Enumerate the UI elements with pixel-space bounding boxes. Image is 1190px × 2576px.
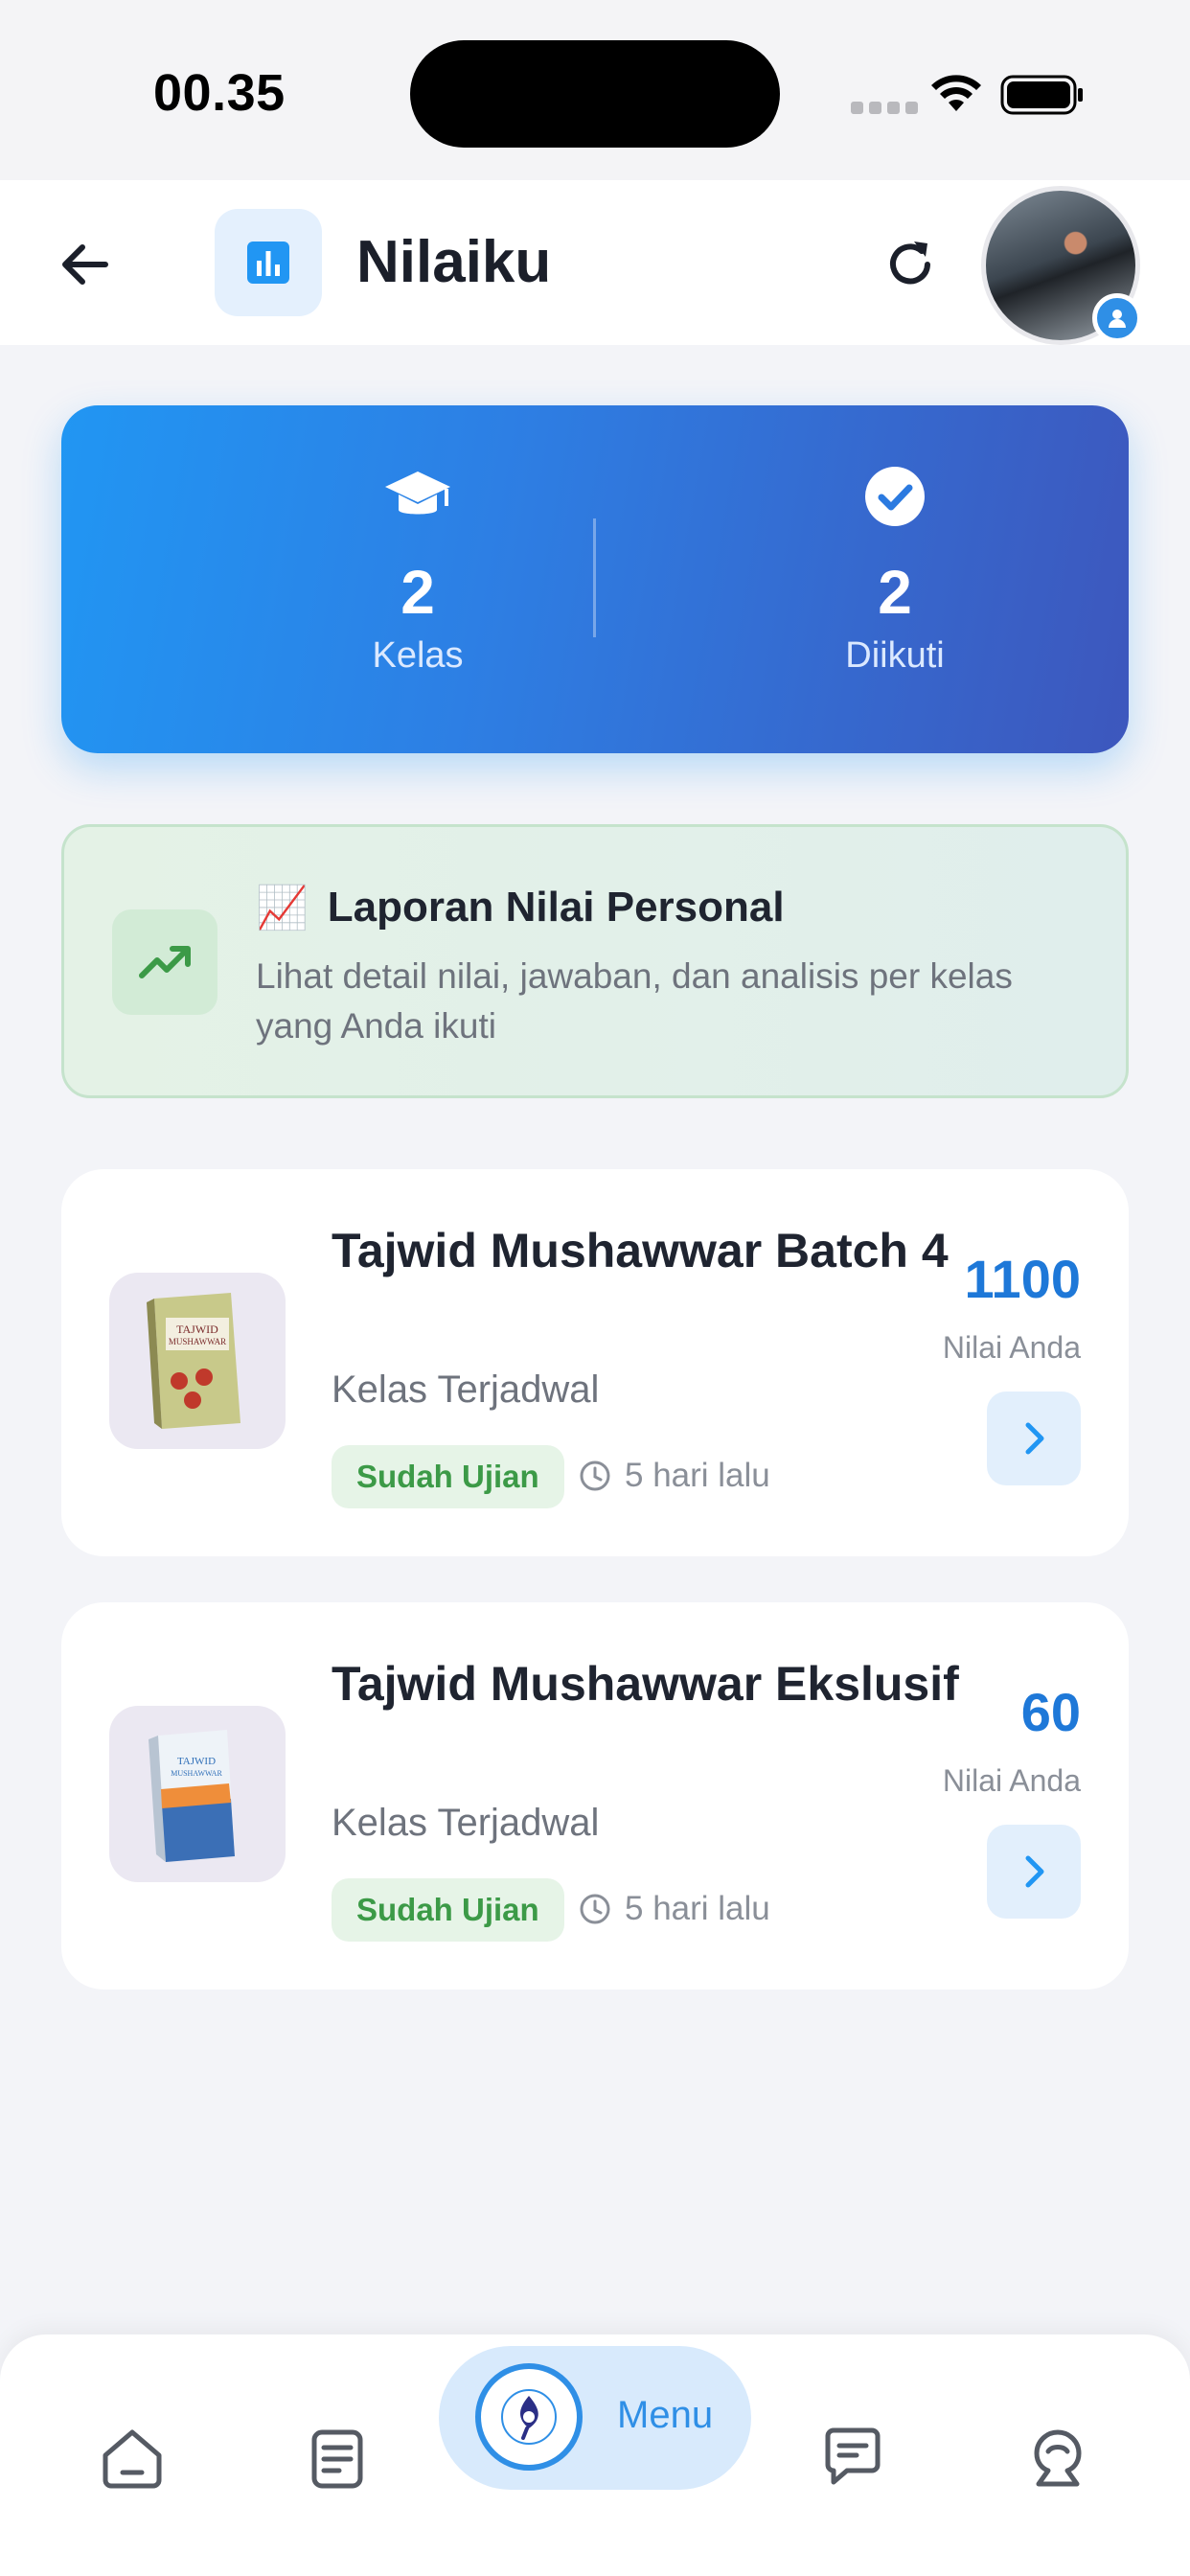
- stats-card: 2 Kelas 2 Diikuti: [61, 405, 1129, 753]
- title-icon-box: [215, 209, 322, 316]
- back-button[interactable]: [50, 230, 119, 299]
- app-logo-icon: [475, 2363, 583, 2471]
- svg-text:TAJWID: TAJWID: [177, 1756, 216, 1767]
- report-icon-box: [112, 909, 217, 1015]
- nav-notes[interactable]: [289, 2409, 385, 2505]
- signal-icon: [851, 102, 918, 114]
- status-bar: 00.35: [0, 0, 1190, 180]
- status-time: 00.35: [153, 64, 286, 122]
- score-label: Nilai Anda: [942, 1330, 1081, 1365]
- report-title-text: Laporan Nilai Personal: [327, 884, 785, 931]
- stat-kelas-label: Kelas: [372, 635, 464, 676]
- class-name: Tajwid Mushawwar Ekslusif: [332, 1657, 959, 1711]
- clock-icon: [580, 1894, 610, 1924]
- open-class-button[interactable]: [987, 1392, 1081, 1485]
- time-info: 5 hari lalu: [579, 1890, 770, 1928]
- time-text: 5 hari lalu: [625, 1457, 770, 1494]
- graduation-cap-icon: [385, 472, 450, 515]
- class-card[interactable]: TAJWID MUSHAWWAR Tajwid Mushawwar Batch …: [61, 1169, 1129, 1556]
- class-card[interactable]: TAJWID MUSHAWWAR Tajwid Mushawwar Ekslus…: [61, 1602, 1129, 1990]
- nav-menu-button[interactable]: Menu: [439, 2346, 751, 2490]
- svg-text:MUSHAWWAR: MUSHAWWAR: [171, 1769, 222, 1778]
- report-description: Lihat detail nilai, jawaban, dan analisi…: [256, 956, 1013, 1046]
- battery-icon: [1000, 75, 1083, 115]
- bottom-navigation: Menu: [0, 2334, 1190, 2576]
- user-badge-icon: [1092, 293, 1142, 343]
- chat-icon: [825, 2427, 881, 2485]
- score-value: 60: [1020, 1682, 1081, 1742]
- report-banner[interactable]: 📈 Laporan Nilai Personal Lihat detail ni…: [61, 824, 1129, 1098]
- chevron-right-icon: [1025, 1422, 1044, 1455]
- menu-label: Menu: [617, 2394, 714, 2436]
- score-value: 1100: [964, 1249, 1082, 1309]
- class-type: Kelas Terjadwal: [332, 1802, 600, 1844]
- status-badge: Sudah Ujian: [332, 1445, 564, 1508]
- refresh-icon: [890, 242, 930, 285]
- stat-diikuti: 2 Diikuti: [751, 463, 1039, 677]
- home-icon: [103, 2429, 162, 2489]
- refresh-button[interactable]: [874, 228, 947, 301]
- nav-chat[interactable]: [805, 2409, 901, 2505]
- book-cover-icon: TAJWID MUSHAWWAR: [149, 1730, 235, 1862]
- stat-diikuti-value: 2: [878, 558, 912, 627]
- trending-up-icon: [139, 946, 191, 978]
- stat-kelas-value: 2: [400, 558, 435, 627]
- svg-text:MUSHAWWAR: MUSHAWWAR: [169, 1337, 226, 1346]
- top-app-bar: Nilaiku: [0, 180, 1190, 345]
- page-title: Nilaiku: [356, 229, 552, 295]
- class-thumbnail: TAJWID MUSHAWWAR: [109, 1706, 286, 1882]
- arrow-left-icon: [62, 244, 108, 285]
- bar-chart-icon: [247, 242, 289, 284]
- report-title: 📈 Laporan Nilai Personal: [256, 883, 785, 932]
- open-class-button[interactable]: [987, 1825, 1081, 1919]
- chevron-right-icon: [1025, 1855, 1044, 1888]
- class-thumbnail: TAJWID MUSHAWWAR: [109, 1273, 286, 1449]
- class-type: Kelas Terjadwal: [332, 1368, 600, 1411]
- nav-profile[interactable]: [1010, 2409, 1106, 2505]
- time-info: 5 hari lalu: [579, 1457, 770, 1495]
- profile-icon: [1034, 2429, 1082, 2487]
- stat-kelas: 2 Kelas: [274, 463, 561, 677]
- notes-icon: [311, 2429, 363, 2489]
- wifi-icon: [931, 75, 981, 111]
- stat-diikuti-label: Diikuti: [845, 635, 945, 676]
- stats-divider: [593, 518, 596, 637]
- nav-home[interactable]: [84, 2409, 180, 2505]
- check-circle-icon: [865, 467, 925, 526]
- dynamic-island: [410, 40, 780, 148]
- class-name: Tajwid Mushawwar Batch 4: [332, 1224, 949, 1277]
- book-cover-icon: TAJWID MUSHAWWAR: [147, 1293, 240, 1429]
- chart-emoji-icon: 📈: [256, 885, 309, 932]
- status-badge: Sudah Ujian: [332, 1878, 564, 1942]
- svg-text:TAJWID: TAJWID: [176, 1322, 218, 1336]
- clock-icon: [580, 1460, 610, 1491]
- score-label: Nilai Anda: [942, 1763, 1081, 1798]
- time-text: 5 hari lalu: [625, 1890, 770, 1927]
